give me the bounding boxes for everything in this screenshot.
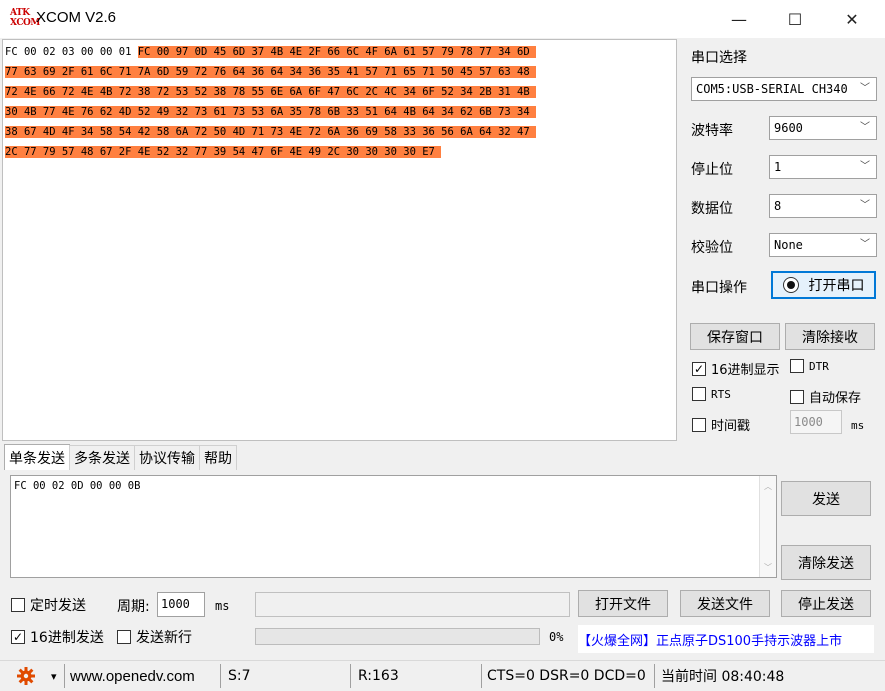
tab-protocol[interactable]: 协议传输 [134,445,200,470]
checkbox-checked-icon: ✓ [692,361,706,376]
received-hex-text: 38 67 4D 4F 34 58 54 42 58 6A 72 50 4D 7… [5,126,537,138]
dtr-checkbox[interactable]: DTR [790,359,829,373]
tab-multi-send[interactable]: 多条发送 [69,445,135,470]
window-title: XCOM V2.6 [36,9,117,26]
send-scrollbar[interactable]: ︿ ﹀ [759,476,776,577]
website-link[interactable]: www.openedv.com [70,661,195,691]
sent-echo-text: FC 00 02 03 00 00 01 [5,46,138,58]
receive-line: 77 63 69 2F 61 6C 71 7A 6D 59 72 76 64 3… [5,62,675,82]
timestamp-checkbox[interactable]: 时间戳 [692,415,750,434]
period-input[interactable]: 1000 [157,592,205,617]
period-label: 周期: [117,599,150,615]
timestamp-interval-input[interactable]: 1000 [790,410,842,434]
radio-dot-icon [782,277,799,293]
line-status: CTS=0 DSR=0 DCD=0 [487,668,646,684]
baud-label: 波特率 [691,123,733,139]
autosave-checkbox[interactable]: 自动保存 [790,387,861,406]
settings-dropdown-icon[interactable]: ▾ [51,661,57,691]
received-hex-text: 72 4E 66 72 4E 4B 72 38 72 53 52 38 78 5… [5,86,537,98]
receive-text: FC 00 02 03 00 00 01 FC 00 97 0D 45 6D 3… [5,42,675,162]
checkbox-icon [692,387,706,401]
status-separator [64,664,65,688]
port-select[interactable]: COM5:USB-SERIAL CH340 ﹀ [691,77,877,101]
send-text: FC 00 02 0D 00 00 0B [14,480,141,492]
send-newline-checkbox[interactable]: 发送新行 [117,627,192,647]
received-hex-text: FC 00 97 0D 45 6D 37 4B 4E 2F 66 6C 4F 6… [137,46,537,58]
send-input[interactable]: FC 00 02 0D 00 00 0B ︿ ﹀ [10,475,777,578]
period-unit: ms [215,599,230,613]
parity-label: 校验位 [691,240,733,256]
maximize-button[interactable]: ☐ [766,0,824,38]
baud-select[interactable]: 9600 ﹀ [769,116,877,140]
ad-link[interactable]: 【火爆全网】正点原子DS100手持示波器上市 [578,625,874,653]
close-button[interactable]: ✕ [823,0,881,38]
send-file-button[interactable]: 发送文件 [680,590,770,617]
status-separator [481,664,482,688]
chevron-down-icon: ﹀ [860,122,870,133]
scroll-down-icon[interactable]: ﹀ [760,559,776,575]
send-progress-bar [255,628,540,645]
open-file-button[interactable]: 打开文件 [578,590,668,617]
stopbits-select[interactable]: 1 ﹀ [769,155,877,179]
port-select-label: 串口选择 [691,50,747,66]
parity-select[interactable]: None ﹀ [769,233,877,257]
chevron-down-icon: ﹀ [858,78,872,100]
checkbox-icon [11,598,25,612]
receive-line: 72 4E 66 72 4E 4B 72 38 72 53 52 38 78 5… [5,82,675,102]
stop-send-button[interactable]: 停止发送 [781,590,871,617]
chevron-down-icon: ﹀ [860,200,870,211]
checkbox-checked-icon: ✓ [11,630,25,644]
current-time: 当前时间 08:40:48 [661,669,785,685]
save-window-button[interactable]: 保存窗口 [690,323,780,350]
receive-line: 2C 77 79 57 48 67 2F 4E 52 32 77 39 54 4… [5,142,675,162]
receive-line: 38 67 4D 4F 34 58 54 42 58 6A 72 50 4D 7… [5,122,675,142]
minimize-button[interactable]: — [710,0,768,38]
progress-percent: 0% [549,630,564,644]
status-separator [220,664,221,688]
receive-area[interactable]: FC 00 02 03 00 00 01 FC 00 97 0D 45 6D 3… [2,39,677,441]
databits-label: 数据位 [691,201,733,217]
title-bar: ATK XCOM XCOM V2.6 — ☐ ✕ [0,0,885,38]
tab-help[interactable]: 帮助 [199,445,237,470]
checkbox-icon [117,630,131,644]
send-button[interactable]: 发送 [781,481,871,516]
timed-send-checkbox[interactable]: 定时发送 [11,595,86,615]
hex-display-checkbox[interactable]: ✓ 16进制显示 [692,359,780,378]
status-separator [350,664,351,688]
databits-select[interactable]: 8 ﹀ [769,194,877,218]
gear-icon[interactable] [16,661,36,691]
port-op-label: 串口操作 [691,280,747,296]
tab-single-send[interactable]: 单条发送 [4,444,70,470]
received-hex-text: 2C 77 79 57 48 67 2F 4E 52 32 77 39 54 4… [5,146,442,158]
sent-count: S:7 [228,668,251,684]
receive-line: 30 4B 77 4E 76 62 4D 52 49 32 73 61 73 5… [5,102,675,122]
chevron-down-icon: ﹀ [860,239,870,250]
checkbox-icon [790,389,804,404]
receive-line: FC 00 02 03 00 00 01 FC 00 97 0D 45 6D 3… [5,42,675,62]
chevron-down-icon: ﹀ [860,161,870,172]
status-bar: ▾ www.openedv.com S:7 R:163 CTS=0 DSR=0 … [0,660,885,690]
rts-checkbox[interactable]: RTS [692,387,731,401]
file-path-field[interactable] [255,592,570,617]
send-tabs: 单条发送 多条发送 协议传输 帮助 [4,444,237,470]
received-hex-text: 77 63 69 2F 61 6C 71 7A 6D 59 72 76 64 3… [5,66,537,78]
checkbox-icon [790,359,804,373]
checkbox-icon [692,417,706,432]
clear-receive-button[interactable]: 清除接收 [785,323,875,350]
received-count: R:163 [358,668,399,684]
open-port-button[interactable]: 打开串口 [771,271,876,299]
clear-send-button[interactable]: 清除发送 [781,545,871,580]
timestamp-unit: ms [851,419,865,432]
stopbits-label: 停止位 [691,162,733,178]
xcom-window: ATK XCOM XCOM V2.6 — ☐ ✕ FC 00 02 03 00 … [0,0,885,690]
hex-send-checkbox[interactable]: ✓ 16进制发送 [11,627,104,647]
app-logo-icon: ATK XCOM [10,8,40,28]
status-separator [654,664,655,688]
received-hex-text: 30 4B 77 4E 76 62 4D 52 49 32 73 61 73 5… [5,106,537,118]
scroll-up-icon[interactable]: ︿ [760,478,776,494]
